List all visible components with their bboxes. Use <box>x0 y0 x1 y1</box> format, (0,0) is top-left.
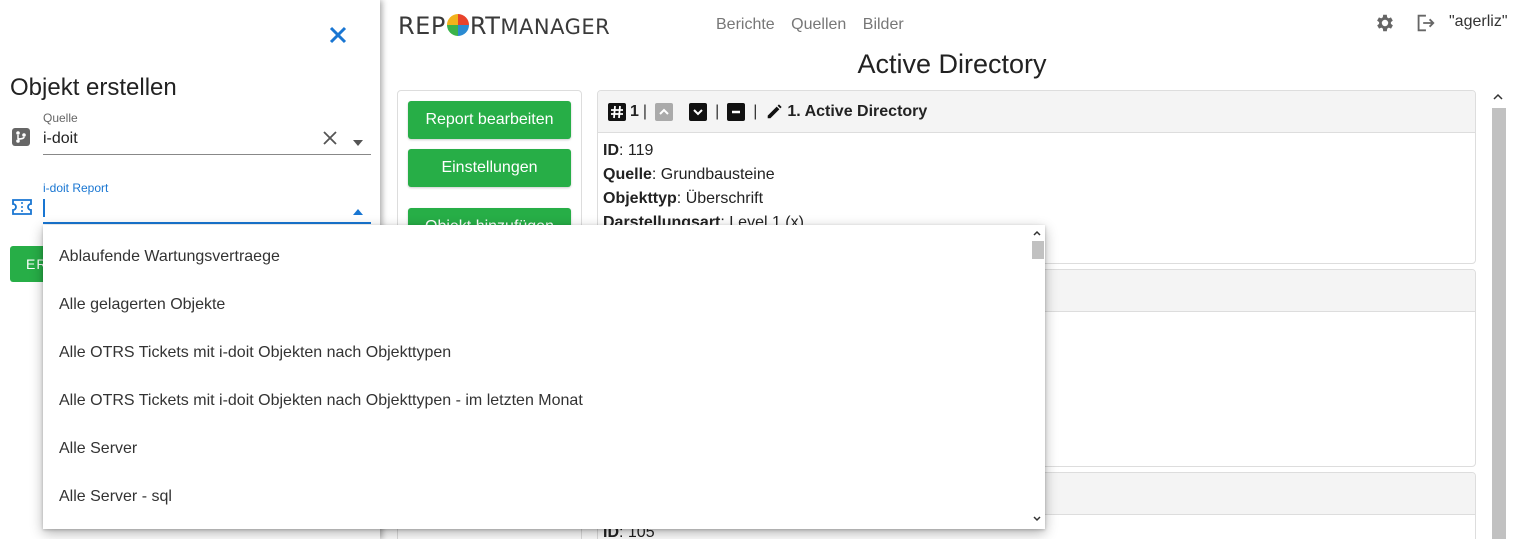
scroll-up-icon[interactable] <box>1490 90 1506 104</box>
dropdown-scrollbar[interactable] <box>1029 225 1045 529</box>
scrollbar-thumb[interactable] <box>1032 241 1044 259</box>
field-row: Quelle: Grundbausteine <box>603 163 1470 187</box>
card-header: 1 | | | 1. Active Directory <box>598 91 1475 133</box>
move-up-icon[interactable] <box>655 102 674 121</box>
separator: | <box>642 102 648 120</box>
source-select-value[interactable]: i-doit <box>43 130 78 148</box>
scrollbar-thumb[interactable] <box>1492 108 1506 539</box>
drawer-title: Objekt erstellen <box>10 74 177 101</box>
logo-text-part3: MANAGER <box>500 15 611 39</box>
report-dropdown-menu: Ablaufende Wartungsvertraege Alle gelage… <box>43 225 1045 529</box>
logout-icon[interactable] <box>1414 12 1436 39</box>
move-down-icon[interactable] <box>689 102 708 121</box>
collapse-icon[interactable] <box>727 102 746 121</box>
field-label: Quelle <box>603 166 652 183</box>
dropdown-option[interactable]: Alle Server <box>59 425 137 473</box>
field-row: ID: 119 <box>603 139 1470 163</box>
main-scrollbar[interactable] <box>1490 90 1506 539</box>
field-label: ID <box>603 142 619 159</box>
main-nav: Berichte Quellen Bilder <box>716 16 916 34</box>
nav-item-quellen[interactable]: Quellen <box>791 16 846 33</box>
logo-text-part1: REP <box>398 12 446 40</box>
field-value: : 119 <box>619 142 654 159</box>
separator: | <box>753 102 758 120</box>
logo-pie-icon <box>446 14 469 36</box>
chevron-down-icon[interactable] <box>352 134 364 152</box>
dropdown-option[interactable]: Ablaufende Wartungsvertraege <box>59 233 280 281</box>
dropdown-option[interactable]: Alle OTRS Tickets mit i-doit Objekten na… <box>59 377 583 425</box>
dropdown-option[interactable]: Alle gelagerten Objekte <box>59 281 225 329</box>
pencil-icon[interactable] <box>765 103 783 121</box>
field-label: Objekttyp <box>603 190 677 207</box>
edit-report-button[interactable]: Report bearbeiten <box>408 101 571 139</box>
card-title[interactable]: 1. Active Directory <box>787 103 927 121</box>
separator: | <box>715 102 720 120</box>
field-value: : Grundbausteine <box>651 166 775 183</box>
source-underline <box>43 154 371 155</box>
user-name[interactable]: "agerliz" <box>1449 13 1508 31</box>
clear-icon[interactable] <box>321 129 339 152</box>
scroll-up-icon[interactable] <box>1029 227 1045 239</box>
card-index: 1 <box>630 102 639 120</box>
field-row: Objekttyp: Überschrift <box>603 187 1470 211</box>
nav-item-bilder[interactable]: Bilder <box>863 16 904 33</box>
hash-icon <box>608 102 626 121</box>
logo-text-part2: RT <box>469 12 501 40</box>
source-branch-icon <box>11 127 31 152</box>
close-icon[interactable] <box>327 24 349 51</box>
settings-button[interactable]: Einstellungen <box>408 149 571 187</box>
report-label: i-doit Report <box>43 181 109 195</box>
scroll-down-icon[interactable] <box>1029 513 1045 525</box>
app-logo[interactable]: REP RTMANAGER <box>398 12 610 40</box>
chevron-up-icon[interactable] <box>352 203 364 221</box>
report-input-caret[interactable] <box>43 199 45 217</box>
source-label: Quelle <box>43 111 78 125</box>
gear-icon[interactable] <box>1374 12 1396 39</box>
page-title: Active Directory <box>857 49 1047 79</box>
ticket-icon <box>11 198 33 221</box>
field-value: : Überschrift <box>676 190 764 207</box>
dropdown-option[interactable]: Alle OTRS Tickets mit i-doit Objekten na… <box>59 329 451 377</box>
top-bar: REP RTMANAGER Berichte Quellen Bilder "ag… <box>380 0 1514 48</box>
dropdown-option[interactable]: Alle Server - sql <box>59 473 172 521</box>
report-underline <box>43 222 371 224</box>
nav-item-berichte[interactable]: Berichte <box>716 16 775 33</box>
